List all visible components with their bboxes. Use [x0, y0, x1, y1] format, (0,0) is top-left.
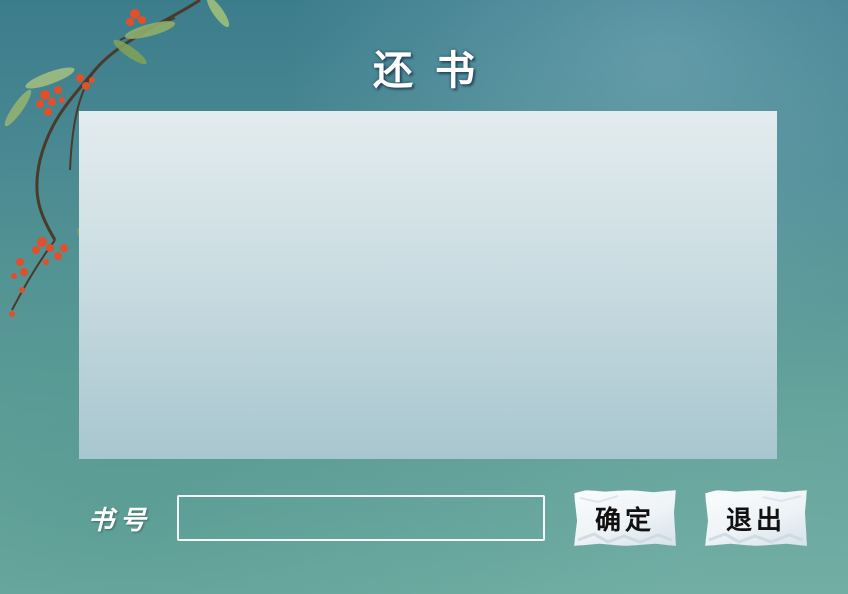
confirm-button-label: 确定 — [594, 505, 655, 536]
exit-button-label: 退出 — [725, 505, 786, 536]
confirm-button[interactable]: 确定 — [574, 490, 676, 546]
content-panel — [79, 111, 777, 459]
exit-button[interactable]: 退出 — [705, 490, 807, 546]
book-number-input[interactable] — [177, 495, 545, 541]
book-number-label: 书号 — [88, 506, 153, 536]
return-book-window: 还书 书号 确定 退出 — [0, 0, 848, 594]
page-title: 还书 — [373, 47, 497, 94]
